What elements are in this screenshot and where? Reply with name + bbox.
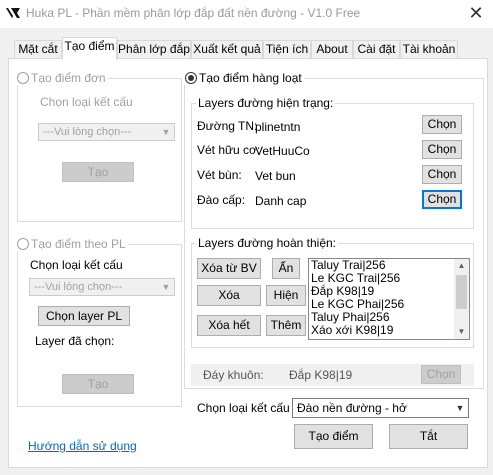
tab-phan-lop-dap[interactable]: Phân lớp đắp: [117, 40, 191, 59]
current-layers-group: Layers đường hiện trạng: Đường TN: pline…: [191, 96, 474, 229]
tn-value: plinetntn: [255, 120, 301, 134]
delete-all-button[interactable]: Xóa hết: [197, 315, 261, 336]
delete-button[interactable]: Xóa: [197, 285, 261, 306]
single-structure-label: Chọn loại kết cấu: [40, 95, 133, 109]
scroll-thumb[interactable]: [456, 275, 467, 309]
list-scrollbar[interactable]: ▲ ▼: [454, 259, 469, 339]
add-button[interactable]: Thêm: [266, 315, 306, 336]
tab-cai-dat[interactable]: Cài đặt: [353, 40, 400, 59]
list-item[interactable]: Xáo xới K98|19: [309, 324, 469, 337]
vet-bun-value: Vet bun: [255, 169, 296, 183]
choose-day-khuon-button[interactable]: Chọn: [421, 365, 461, 384]
radio-icon: [17, 238, 29, 250]
scroll-down-icon[interactable]: ▼: [454, 325, 469, 339]
pl-point-group: Tạo điểm theo PL Chọn loại kết cấu ---Vu…: [15, 237, 182, 407]
tab-tao-diem[interactable]: Tạo điểm: [62, 37, 117, 60]
single-structure-select[interactable]: ---Vui lòng chọn--- ▼: [38, 123, 175, 141]
huu-co-value: VetHuuCo: [255, 144, 310, 158]
day-khuon-value: Đắp K98|19: [289, 368, 353, 382]
selected-layer-label: Layer đã chọn:: [35, 334, 115, 348]
bulk-structure-select[interactable]: Đào nền đường - hở ▼: [292, 398, 469, 418]
tab-xuat-ket-qua[interactable]: Xuất kết quả: [191, 40, 263, 59]
tab-tai-khoan[interactable]: Tài khoản: [400, 40, 458, 59]
create-points-button[interactable]: Tạo điểm: [294, 424, 373, 449]
pl-structure-select[interactable]: ---Vui lòng chọn--- ▼: [29, 278, 175, 296]
choose-dao-cap-button[interactable]: Chọn: [422, 190, 462, 209]
tab-content-panel: Tạo điểm đơn Chọn loại kết cấu ---Vui lò…: [8, 58, 488, 468]
app-logo-icon: [6, 8, 20, 18]
single-point-group: Tạo điểm đơn Chọn loại kết cấu ---Vui lò…: [15, 71, 182, 222]
exit-button[interactable]: Tắt: [389, 424, 468, 449]
bulk-structure-label: Chọn loại kết cấu: [197, 401, 290, 415]
day-khuon-label: Đáy khuôn:: [203, 368, 264, 382]
hide-button[interactable]: Ẩn: [272, 258, 300, 279]
finished-layers-title: Layers đường hoàn thiện:: [196, 236, 338, 250]
delete-from-bv-button[interactable]: Xóa từ BV: [197, 258, 261, 279]
vet-bun-label: Vét bùn:: [197, 168, 242, 182]
choose-vet-bun-button[interactable]: Chọn: [422, 165, 462, 184]
finished-layers-list[interactable]: Taluy Trai|256 Le KGC Trai|256 Đắp K98|1…: [308, 258, 470, 340]
tab-about[interactable]: About: [311, 40, 353, 59]
title-bar: Huka PL - Phần mềm phân lớp đắp đất nền …: [0, 0, 493, 28]
dao-cap-value: Danh cap: [255, 194, 307, 208]
radio-icon: [185, 72, 197, 84]
chevron-down-icon: ▼: [161, 282, 171, 292]
pl-create-button[interactable]: Tạo: [62, 374, 134, 394]
close-window-button[interactable]: ✕: [463, 2, 489, 26]
huu-co-label: Vét hữu cơ:: [197, 143, 261, 157]
choose-layer-pl-button[interactable]: Chọn layer PL: [38, 306, 130, 326]
tn-label: Đường TN:: [197, 119, 258, 133]
choose-huu-co-button[interactable]: Chọn: [422, 140, 462, 159]
show-button[interactable]: Hiện: [266, 285, 306, 306]
tab-tien-ich[interactable]: Tiện ích: [263, 40, 311, 59]
tab-mat-cat[interactable]: Mặt cắt: [14, 40, 62, 59]
day-khuon-row: Đáy khuôn: Đắp K98|19 Chọn: [191, 364, 474, 386]
bulk-point-group: Tạo điểm hàng loạt Layers đường hiện trạ…: [183, 71, 484, 389]
bulk-point-radio[interactable]: Tạo điểm hàng loạt: [183, 71, 304, 85]
pl-point-radio[interactable]: Tạo điểm theo PL: [15, 237, 128, 251]
single-point-radio[interactable]: Tạo điểm đơn: [15, 71, 108, 85]
pl-structure-label: Chọn loại kết cấu: [30, 258, 123, 272]
help-link[interactable]: Hướng dẫn sử dụng: [28, 439, 137, 453]
window-title: Huka PL - Phần mềm phân lớp đắp đất nền …: [26, 6, 361, 20]
choose-tn-button[interactable]: Chọn: [422, 115, 462, 134]
single-create-button[interactable]: Tạo: [62, 162, 134, 182]
finished-layers-group: Layers đường hoàn thiện: Xóa từ BV Ẩn Xó…: [191, 236, 474, 348]
radio-icon: [17, 72, 29, 84]
scroll-up-icon[interactable]: ▲: [454, 259, 469, 273]
current-layers-title: Layers đường hiện trạng:: [196, 96, 336, 110]
dao-cap-label: Đào cấp:: [197, 193, 246, 207]
chevron-down-icon: ▼: [455, 403, 465, 413]
chevron-down-icon: ▼: [161, 127, 171, 137]
